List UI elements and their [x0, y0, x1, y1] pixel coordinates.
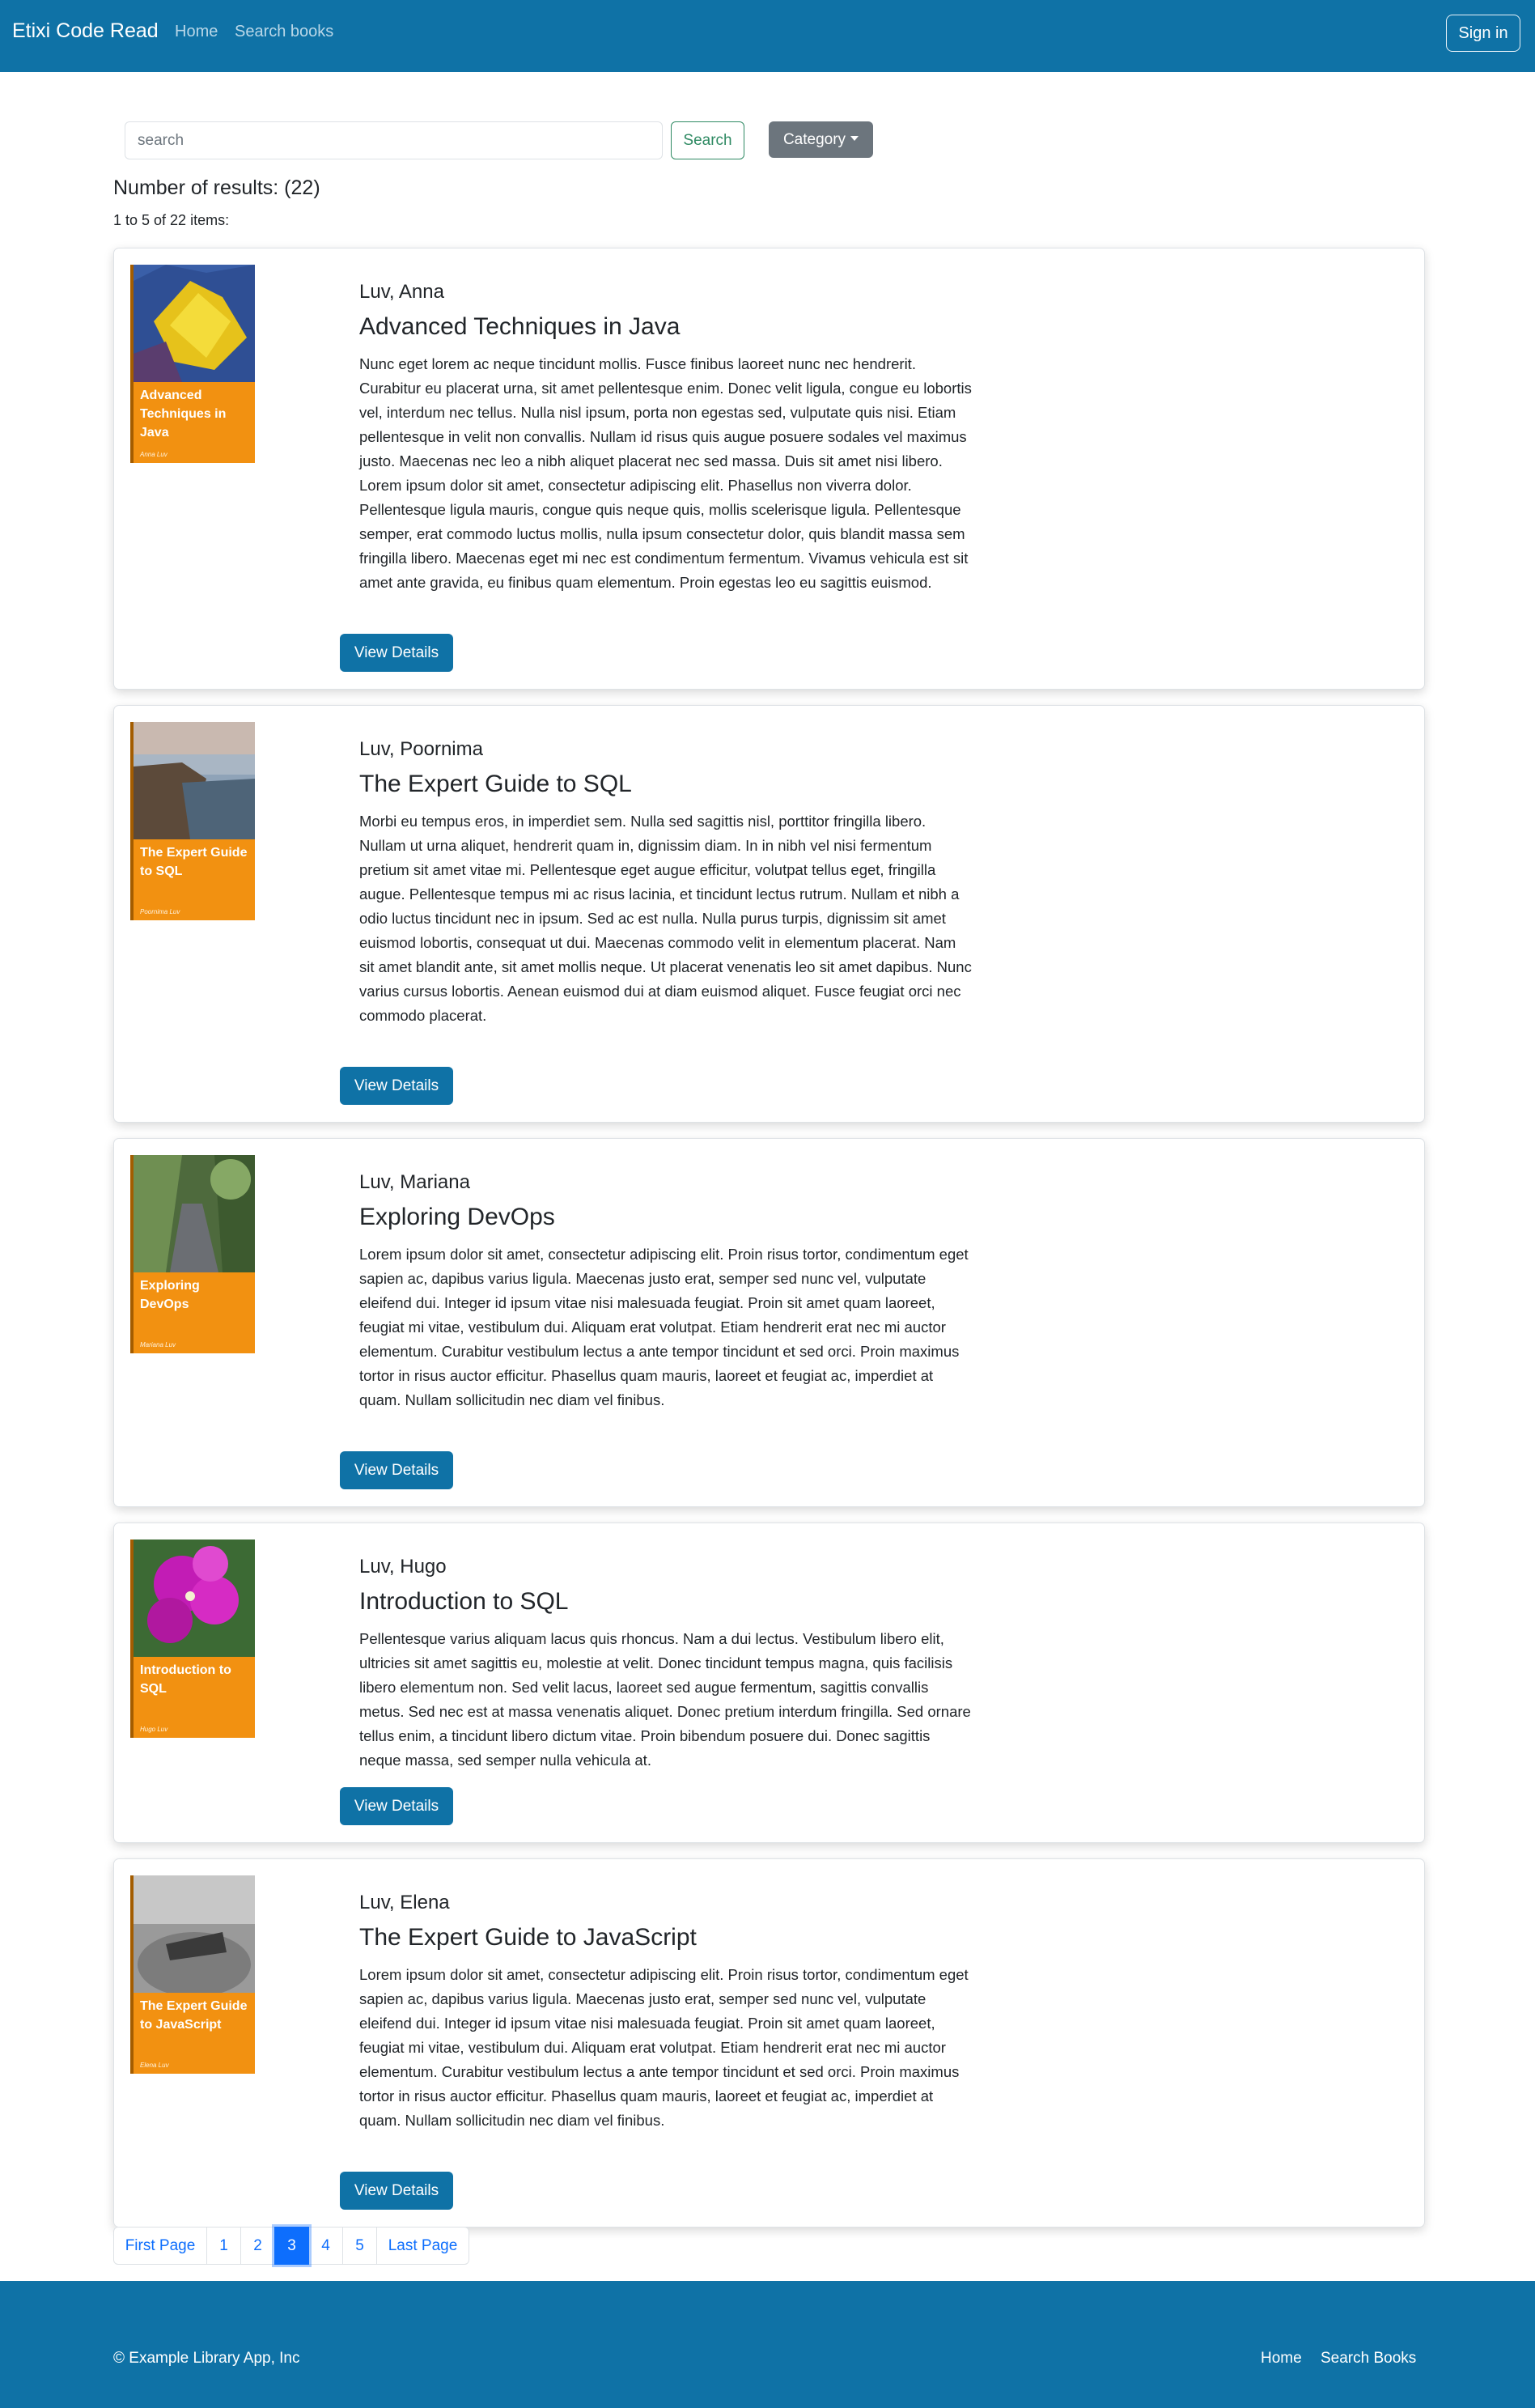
book-card: The Expert Guide to JavaScript Elena Luv… [113, 1858, 1425, 2228]
cover-author: Anna Luv [140, 451, 167, 458]
book-title: Advanced Techniques in Java [359, 313, 681, 340]
view-details-button[interactable]: View Details [340, 1067, 453, 1105]
cover-title: Advanced Techniques in Java [140, 389, 227, 440]
view-details-button[interactable]: View Details [340, 1451, 453, 1489]
book-author: Luv, Elena [359, 1892, 450, 1913]
book-title: The Expert Guide to JavaScript [359, 1924, 697, 1951]
cover-title: The Expert Guide to JavaScript [140, 1999, 248, 2032]
book-author: Luv, Hugo [359, 1556, 447, 1578]
page-2-link[interactable]: 2 [240, 2227, 275, 2265]
search-input[interactable]: search [125, 121, 663, 159]
caret-down-icon [850, 136, 859, 141]
cover-author: Poornima Luv [140, 908, 180, 915]
cover-author: Hugo Luv [140, 1726, 168, 1733]
book-author: Luv, Mariana [359, 1171, 470, 1193]
book-cover-image: The Expert Guide to SQL Poornima Luv [130, 722, 255, 920]
search-button[interactable]: Search [671, 121, 744, 159]
book-title: The Expert Guide to SQL [359, 771, 632, 797]
footer: © Example Library App, Inc Home Search B… [0, 2281, 1535, 2408]
cover-title: The Expert Guide to SQL [140, 846, 248, 878]
top-navbar: Etixi Code Read Home Search books Sign i… [0, 0, 1535, 72]
pagination: First Page 1 2 3 4 5 Last Page [113, 2227, 469, 2265]
book-cover-image: Advanced Techniques in Java Anna Luv [130, 265, 255, 463]
nav-search-books-link[interactable]: Search books [235, 23, 333, 41]
book-description: Pellentesque varius aliquam lacus quis r… [359, 1630, 971, 1769]
book-description: Lorem ipsum dolor sit amet, consectetur … [359, 1246, 969, 1408]
view-details-button[interactable]: View Details [340, 2172, 453, 2210]
book-description: Nunc eget lorem ac neque tincidunt molli… [359, 355, 972, 591]
book-title: Exploring DevOps [359, 1204, 555, 1230]
book-card: Advanced Techniques in Java Anna Luv Luv… [113, 248, 1425, 690]
book-author: Luv, Poornima [359, 738, 483, 760]
book-author: Luv, Anna [359, 281, 444, 303]
cover-title: Exploring DevOps [140, 1279, 200, 1311]
book-cover-image: Introduction to SQL Hugo Luv [130, 1540, 255, 1738]
book-card: The Expert Guide to SQL Poornima Luv Luv… [113, 705, 1425, 1123]
page-last-link[interactable]: Last Page [376, 2227, 469, 2265]
category-label: Category [782, 130, 846, 148]
sign-in-button[interactable]: Sign in [1446, 15, 1520, 52]
brand-link[interactable]: Etixi Code Read [12, 19, 159, 43]
cover-title: Introduction to SQL [140, 1663, 231, 1696]
view-details-button[interactable]: View Details [340, 634, 453, 672]
cover-author: Mariana Luv [140, 1341, 176, 1348]
book-title: Introduction to SQL [359, 1588, 569, 1615]
book-cover-image: The Expert Guide to JavaScript Elena Luv [130, 1875, 255, 2074]
book-cover-image: Exploring DevOps Mariana Luv [130, 1155, 255, 1353]
book-description: Morbi eu tempus eros, in imperdiet sem. … [359, 813, 972, 1024]
nav-home-link[interactable]: Home [175, 23, 218, 41]
book-card: Introduction to SQL Hugo Luv Luv, Hugo I… [113, 1523, 1425, 1843]
book-card: Exploring DevOps Mariana Luv Luv, Marian… [113, 1138, 1425, 1507]
page-first-link[interactable]: First Page [113, 2227, 207, 2265]
page-3-link-active[interactable]: 3 [274, 2227, 309, 2265]
book-description: Lorem ipsum dolor sit amet, consectetur … [359, 1966, 969, 2129]
footer-home-link[interactable]: Home [1261, 2350, 1302, 2368]
view-details-button[interactable]: View Details [340, 1787, 453, 1825]
page-5-link[interactable]: 5 [342, 2227, 377, 2265]
items-range: 1 to 5 of 22 items: [113, 212, 230, 228]
cover-author: Elena Luv [140, 2062, 169, 2069]
results-count: Number of results: (22) [113, 176, 320, 199]
page-1-link[interactable]: 1 [206, 2227, 241, 2265]
category-dropdown-button[interactable]: Category [769, 121, 873, 158]
page-4-link[interactable]: 4 [308, 2227, 343, 2265]
footer-search-books-link[interactable]: Search Books [1321, 2350, 1416, 2368]
copyright-text: © Example Library App, Inc [113, 2350, 300, 2367]
